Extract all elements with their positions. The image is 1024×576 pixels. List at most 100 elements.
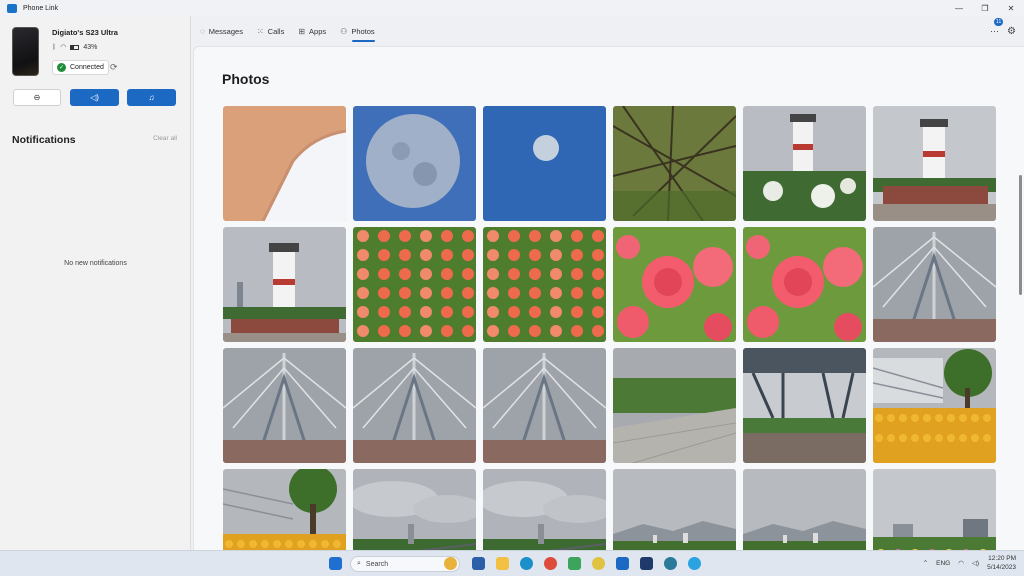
gear-icon[interactable]: ⚙ [1007,26,1016,37]
tab-photos[interactable]: ⚇ Photos [340,16,375,46]
calls-icon: ⁙ [256,26,264,36]
media-button[interactable]: ♫ [127,89,176,106]
photo-image [223,348,346,463]
photo-thumbnail[interactable] [613,227,736,342]
photo-image [743,469,866,550]
photo-thumbnail[interactable] [613,348,736,463]
photo-image [223,469,346,550]
tab-label: Messages [208,26,243,36]
device-name: Digiato's S23 Ultra [52,28,118,37]
volume-button[interactable]: ◁) [70,89,119,106]
battery-icon [70,44,80,50]
store-icon[interactable] [568,557,581,570]
more-options-button[interactable]: ⋯ 11 [990,17,1004,37]
photo-thumbnail[interactable] [483,227,606,342]
file-explorer-icon[interactable] [496,557,509,570]
photo-thumbnail[interactable] [743,106,866,221]
app-icon[interactable] [592,557,605,570]
notifications-title: Notifications [12,134,76,146]
nav-actions: ⋯ 11 ⚙ [990,16,1016,46]
photo-image [483,106,606,221]
clock[interactable]: 12:20 PM 5/14/2023 [987,554,1016,572]
photo-thumbnail[interactable] [743,227,866,342]
top-nav: ◌ Messages ⁙ Calls ⊞ Apps ⚇ Photos ⋯ 11 … [192,16,1024,46]
photo-image [743,348,866,463]
photo-thumbnail[interactable] [223,106,346,221]
window-title: Phone Link [23,4,59,12]
tab-apps[interactable]: ⊞ Apps [298,16,326,46]
connection-status: ✓ Connected [52,60,109,75]
sync-icon[interactable]: ⟳ [110,62,118,73]
clear-all-button[interactable]: Clear all [153,135,177,142]
maximize-button[interactable]: ❐ [972,0,998,16]
device-status: ᛒ ◠ 43% [52,43,98,52]
edge-icon[interactable] [520,557,533,570]
battery-percent: 43% [83,43,98,51]
photo-thumbnail[interactable] [873,227,996,342]
photo-image [613,469,736,550]
wifi-tray-icon[interactable]: ◠ [958,559,964,567]
start-icon[interactable] [329,557,342,570]
photo-image [613,106,736,221]
window-controls: — ❐ ✕ [946,0,1024,16]
photo-thumbnail[interactable] [353,106,476,221]
photo-image [353,348,476,463]
photo-thumbnail[interactable] [743,348,866,463]
photo-thumbnail[interactable] [873,348,996,463]
photo-image [223,227,346,342]
photo-image [223,106,346,221]
system-tray: ⌃ ENG ◠ ◁) 12:20 PM 5/14/2023 [923,554,1016,572]
photo-image [873,348,996,463]
photoshop-icon[interactable] [640,557,653,570]
photo-image [743,227,866,342]
tab-calls[interactable]: ⁙ Calls [257,16,284,46]
page-title: Photos [222,71,270,87]
photo-thumbnail[interactable] [613,106,736,221]
chrome-icon[interactable] [544,557,557,570]
photo-thumbnail[interactable] [353,469,476,550]
photo-thumbnail[interactable] [613,469,736,550]
photo-thumbnail[interactable] [873,469,996,550]
tab-messages[interactable]: ◌ Messages [200,16,243,46]
tab-label: Calls [267,26,285,36]
photo-thumbnail[interactable] [873,106,996,221]
photo-thumbnail[interactable] [353,348,476,463]
notification-badge: 11 [994,17,1004,26]
volume-tray-icon[interactable]: ◁) [972,559,979,567]
photo-thumbnail[interactable] [223,348,346,463]
photo-image [613,227,736,342]
photo-thumbnail[interactable] [353,227,476,342]
tab-label: Photos [351,26,375,36]
taskbar: ⌕ Search ⌃ ENG ◠ ◁) 12:20 PM 5/14/2023 [0,550,1024,576]
chevron-up-icon[interactable]: ⌃ [923,559,928,567]
widgets-icon[interactable] [444,557,457,570]
phone-link-icon[interactable] [616,557,629,570]
do-not-disturb-icon: ⊖ [33,93,41,102]
photo-image [873,469,996,550]
photo-image [483,348,606,463]
photos-icon: ⚇ [340,26,348,36]
photo-image [743,106,866,221]
check-icon: ✓ [57,63,66,72]
photo-image [873,227,996,342]
more-icon: ⋯ [990,25,1000,36]
search-icon: ⌕ [357,560,361,567]
photo-image [353,469,476,550]
photo-thumbnail[interactable] [223,469,346,550]
photo-thumbnail[interactable] [743,469,866,550]
photo-thumbnail[interactable] [483,348,606,463]
photo-image [483,469,606,550]
photo-thumbnail[interactable] [483,106,606,221]
photo-thumbnail[interactable] [223,227,346,342]
do-not-disturb-button[interactable]: ⊖ [13,89,61,106]
date: 5/14/2023 [987,564,1016,571]
minimize-button[interactable]: — [946,0,972,16]
close-button[interactable]: ✕ [998,0,1024,16]
telegram-icon[interactable] [688,557,701,570]
edge-dev-icon[interactable] [664,557,677,570]
task-view-icon[interactable] [472,557,485,570]
language-indicator[interactable]: ENG [936,560,950,567]
scrollbar[interactable] [1019,175,1022,295]
connection-label: Connected [70,64,104,71]
photo-thumbnail[interactable] [483,469,606,550]
